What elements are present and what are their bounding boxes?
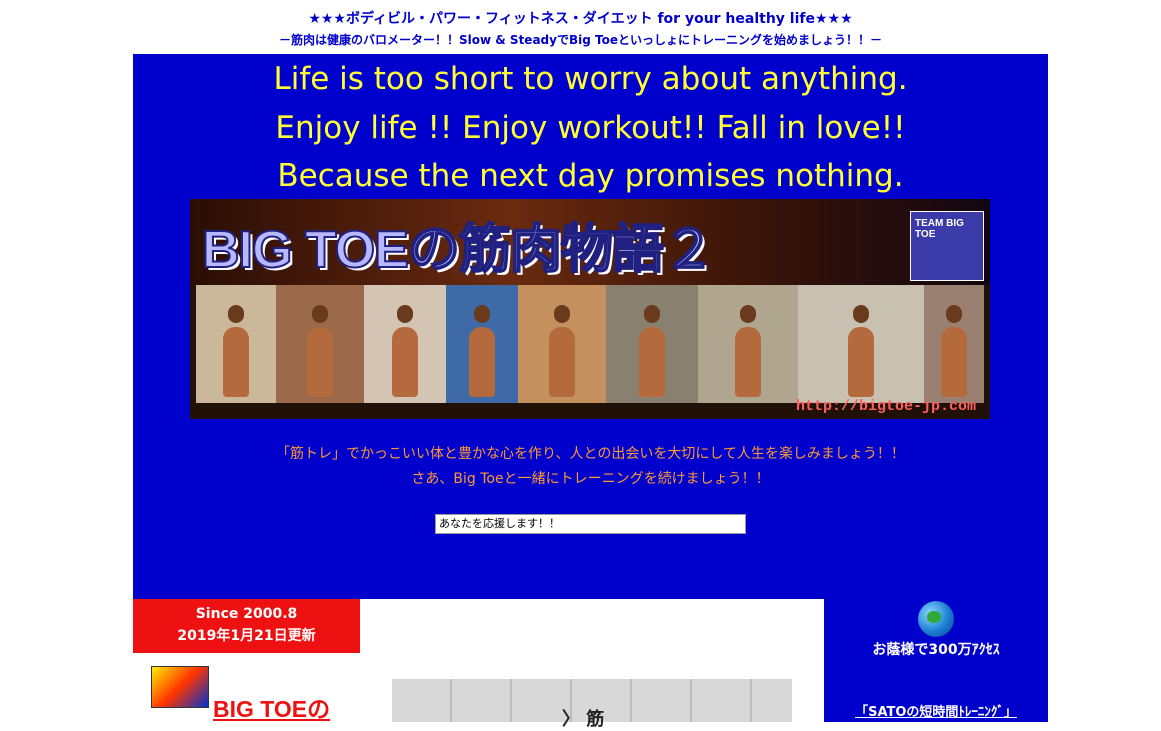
big-toe-title-link[interactable]: BIG TOEの — [213, 690, 330, 724]
quote-line-2: Enjoy life !! Enjoy workout!! Fall in lo… — [275, 110, 906, 146]
right-sidebar: お蔭様で300万ｱｸｾｽ 「SATOの短時間ﾄﾚｰﾆﾝｸﾞ」 — [824, 599, 1048, 722]
message-line-2: さあ、Big Toeと一緒にトレーニングを続けましょう！！ — [411, 471, 770, 487]
banner-photo — [196, 285, 276, 403]
access-count: お蔭様で300万ｱｸｾｽ — [872, 642, 1000, 658]
banner-photo — [924, 285, 984, 403]
banner-photo — [364, 285, 446, 403]
banner-photo — [606, 285, 698, 403]
site-subtagline: －筋肉は健康のバロメーター！！Slow & SteadyでBig Toeといっし… — [279, 33, 882, 47]
cheer-text-box[interactable]: あなたを応援します！！ — [435, 514, 746, 534]
team-logo: TEAM BIG TOE — [910, 211, 984, 281]
globe-icon — [918, 601, 954, 637]
banner-photo — [446, 285, 518, 403]
site-tagline: ★★★ボディビル・パワー・フィットネス・ダイエット for your healt… — [0, 10, 1161, 28]
banner-photo-strip — [196, 285, 984, 403]
message-line-1: 「筋トレ」でかっこいい体と豊かな心を作り、人との出会いを大切にして人生を楽しみま… — [276, 446, 905, 462]
quote-line-3: Because the next day promises nothing. — [277, 158, 904, 194]
gym-photo-sign: 〉 筋 — [562, 709, 605, 730]
gym-photo: 〉 筋 — [392, 679, 792, 730]
title-decoration-icon — [151, 666, 209, 708]
banner-photo — [276, 285, 364, 403]
quote-line-1: Life is too short to worry about anythin… — [273, 61, 908, 97]
tagline-text: ボディビル・パワー・フィットネス・ダイエット for your healthy … — [345, 11, 815, 27]
sato-training-link[interactable]: 「SATOの短時間ﾄﾚｰﾆﾝｸﾞ」 — [824, 701, 1048, 720]
since-badge: Since 2000.8 2019年1月21日更新 — [133, 599, 360, 653]
banner-url: http://bigtoe-jp.com — [795, 398, 976, 415]
banner-photo — [518, 285, 606, 403]
since-date: Since 2000.8 — [195, 606, 298, 622]
banner-photo — [798, 285, 924, 403]
banner-title: BIG TOEの筋肉物語２ — [201, 220, 716, 280]
site-banner[interactable]: BIG TOEの筋肉物語２ TEAM BIG TOE http://bigtoe… — [190, 199, 990, 419]
main-content: 〉 筋 — [360, 599, 824, 730]
tagline-stars-right: ★★★ — [815, 11, 853, 27]
banner-photo — [698, 285, 798, 403]
updated-date: 2019年1月21日更新 — [177, 628, 316, 644]
tagline-stars-left: ★★★ — [308, 11, 346, 27]
hero-panel: Life is too short to worry about anythin… — [133, 54, 1048, 599]
